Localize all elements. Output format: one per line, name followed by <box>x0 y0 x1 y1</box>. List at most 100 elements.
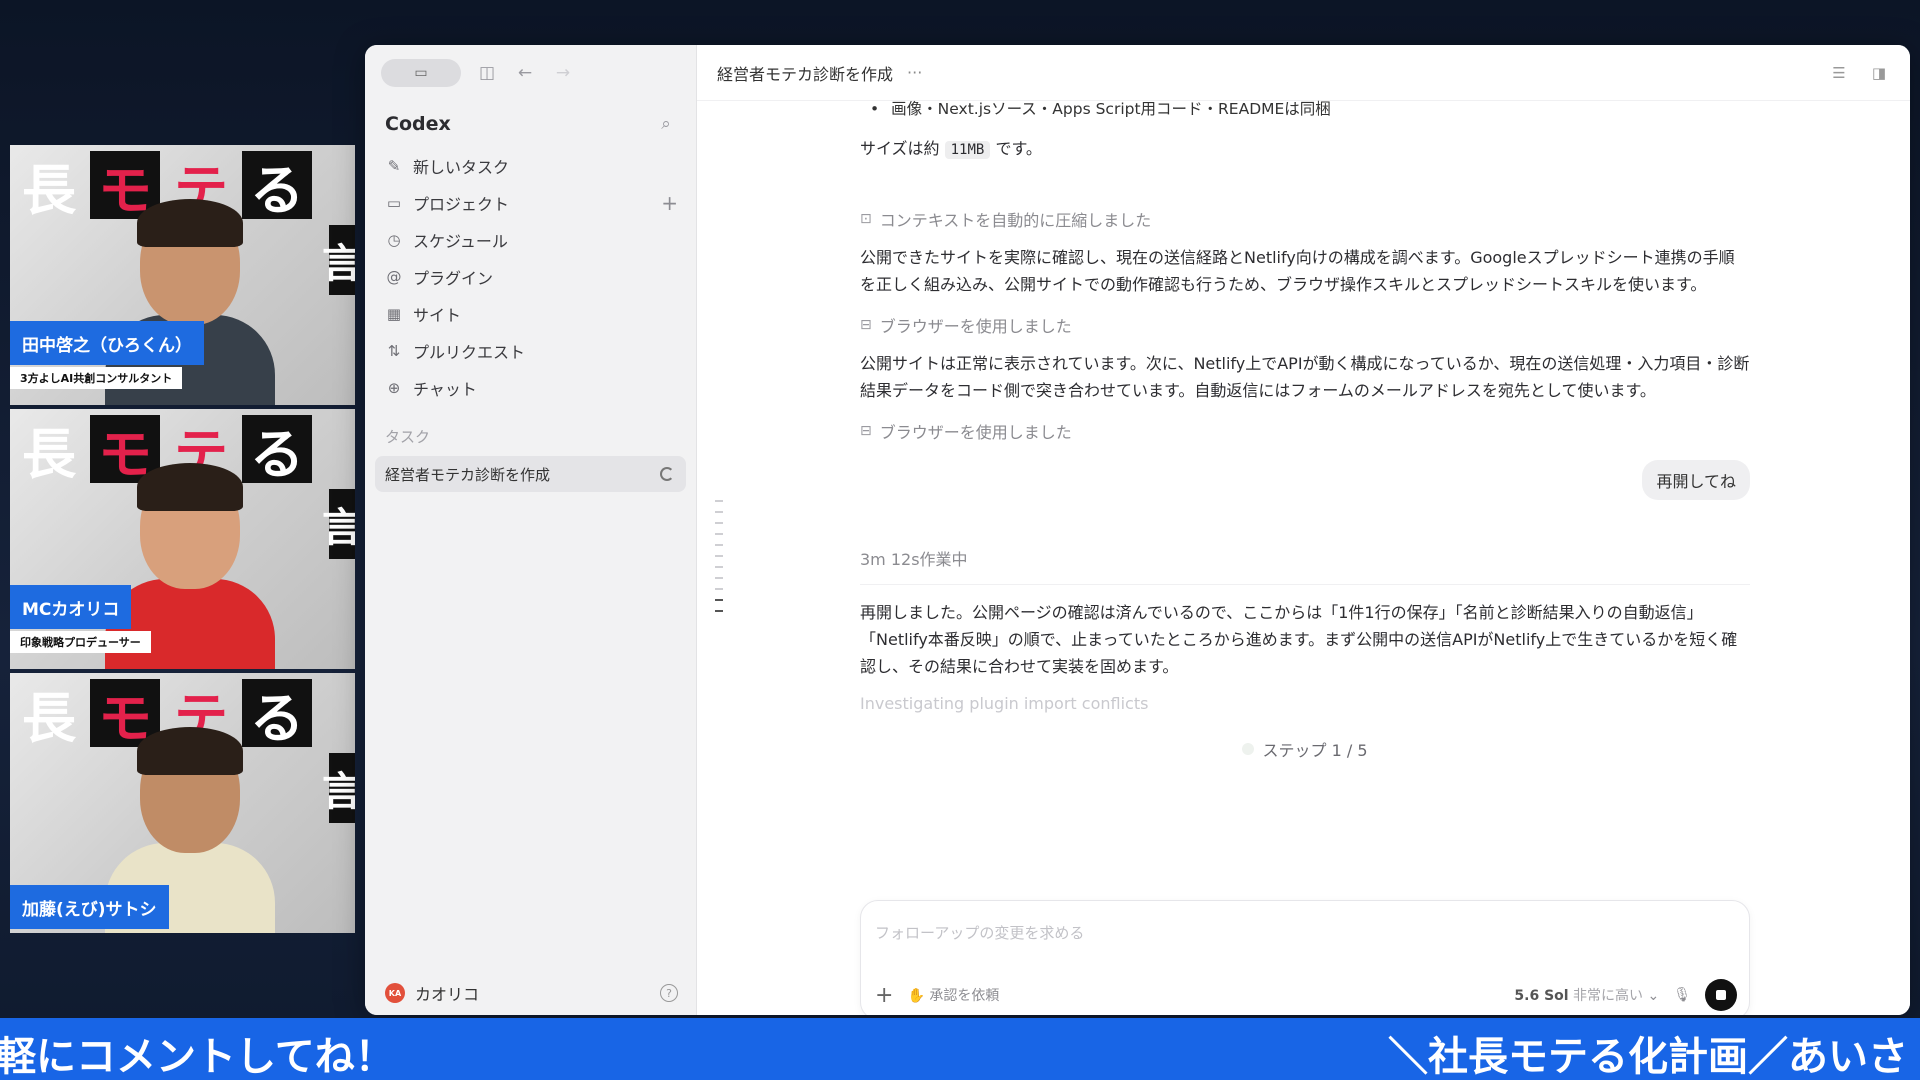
sidebar-toggle-icon[interactable]: ◫ <box>475 61 499 85</box>
participant-tile: 長モテる言田中啓之（ひろくん） 3方よしAI共創コンサルタント <box>10 145 355 405</box>
sidebar-item-label: サイト <box>413 305 462 325</box>
composer: + ✋ 承認を依頼 5.6 Sol 非常に高い ⌄ 🎙 <box>860 900 1750 1015</box>
add-project-icon[interactable]: + <box>661 191 678 215</box>
progress-status: Investigating plugin import conflicts <box>860 694 1149 713</box>
sidebar-item-5[interactable]: ⇅ プルリクエスト <box>365 332 696 369</box>
main-panel: 経営者モテカ診断を作成 ··· ☰ ◨ 画像・Next.jsソース・Apps S… <box>697 45 1910 1015</box>
status-browser-1[interactable]: ⊟ ブラウザーを使用しました <box>860 310 1750 340</box>
compress-icon: ⊡ <box>860 211 872 227</box>
model-selector[interactable]: 5.6 Sol 非常に高い ⌄ <box>1514 985 1659 1005</box>
participant-tile: 長モテる言加藤(えび)サトシ <box>10 673 355 933</box>
poster-glyph: 長 <box>22 157 76 222</box>
sidebar-nav: ✎ 新しいタスク ▭ プロジェクト + ◷ スケジュール @ プラグイン ▦ サイト ⇅ プルリクエスト… <box>365 147 696 406</box>
search-icon[interactable]: ⌕ <box>654 112 678 136</box>
assistant-message-2: 公開サイトは正常に表示されています。次に、Netlify上でAPIが動く構成にな… <box>860 354 1750 400</box>
sidebar-item-label: プロジェクト <box>413 194 510 214</box>
assistant-message-3: 再開しました。公開ページの確認は済んでいるので、ここからは「1件1行の保存」「名… <box>860 603 1738 676</box>
sidebar-item-4[interactable]: ▦ サイト <box>365 295 696 332</box>
sidebar-toolbar: ▭ ◫ ← → <box>365 45 696 101</box>
sidebar-item-1[interactable]: ▭ プロジェクト + <box>365 184 696 221</box>
status-compress-text: コンテキストを自動的に圧縮しました <box>879 211 1152 230</box>
tasks-section-label: タスク <box>385 427 431 446</box>
status-compress[interactable]: ⊡ コンテキストを自動的に圧縮しました <box>860 204 1750 234</box>
user-footer[interactable]: KA カオリコ ? <box>365 971 696 1015</box>
bottom-ticker: 軽にコメントしてね！ ＼社長モテる化計画／あいさ <box>0 1018 1920 1080</box>
sidebar-item-label: スケジュール <box>413 231 508 251</box>
sidebar-item-6[interactable]: ⊕ チャット <box>365 369 696 406</box>
app-title: Codex <box>385 113 451 135</box>
window-switch-button[interactable]: ▭ <box>381 59 461 87</box>
ticker-right-text: ＼社長モテる化計画／あいさ <box>1388 1034 1908 1080</box>
browser-icon: ⊟ <box>860 423 872 439</box>
approval-button[interactable]: ✋ 承認を依頼 <box>907 985 999 1005</box>
sidebar-item-label: プラグイン <box>413 268 494 288</box>
task-item-label: 経営者モテカ診断を作成 <box>385 465 551 484</box>
effort-level: 非常に高い <box>1573 988 1644 1004</box>
participant-name: 田中啓之（ひろくん） <box>10 321 204 365</box>
participants-panel: 長モテる言田中啓之（ひろくん） 3方よしAI共創コンサルタント長モテる言 MCカオリ… <box>10 145 355 937</box>
assistant-message-1: 公開できたサイトを実際に確認し、現在の送信経路とNetlify向けの構成を調べま… <box>860 248 1735 294</box>
back-arrow-icon[interactable]: ← <box>513 61 537 85</box>
poster-side-glyph: 言 <box>322 753 355 823</box>
poster-glyph: 長 <box>22 685 76 750</box>
working-time[interactable]: 3m 12s作業中 <box>860 546 1750 585</box>
step-icon <box>1242 743 1255 755</box>
size-prefix: サイズは約 <box>860 139 940 158</box>
pull-request-icon: ⇅ <box>387 341 401 360</box>
forward-arrow-icon[interactable]: → <box>551 61 575 85</box>
panel-toggle-icon[interactable]: ◨ <box>1868 62 1890 84</box>
sidebar-item-label: チャット <box>413 379 477 399</box>
user-message: 再開してね <box>1642 460 1750 500</box>
chat-icon: ⊕ <box>387 378 401 397</box>
step-text: ステップ 1 / 5 <box>1262 741 1368 760</box>
add-attachment-icon[interactable]: + <box>875 983 893 1008</box>
user-message-row: 再開してね <box>860 460 1750 522</box>
participant-tile: 長モテる言 MCカオリコ 印象戦略プロデューサー <box>10 409 355 669</box>
status-browser-1-text: ブラウザーを使用しました <box>879 317 1072 336</box>
sidebar-item-label: プルリクエスト <box>413 342 526 362</box>
user-name: カオリコ <box>415 985 480 1004</box>
scroll-timeline[interactable] <box>715 500 725 640</box>
folder-icon: ▭ <box>386 193 402 212</box>
microphone-icon[interactable]: 🎙 <box>1673 987 1691 1003</box>
clock-icon: ◷ <box>387 230 401 249</box>
status-browser-2-text: ブラウザーを使用しました <box>879 423 1072 442</box>
sidebar-item-3[interactable]: @ プラグイン <box>365 258 696 295</box>
avatar: KA <box>385 983 405 1003</box>
composer-toolbar: + ✋ 承認を依頼 5.6 Sol 非常に高い ⌄ 🎙 <box>875 979 1737 1011</box>
ticker-left-text: 軽にコメントしてね！ <box>0 1034 395 1080</box>
sidebar-brand: Codex ⌕ <box>365 101 696 147</box>
poster-glyph: 長 <box>22 421 76 486</box>
sidebar-item-2[interactable]: ◷ スケジュール <box>365 221 696 258</box>
hand-icon: ✋ <box>907 988 925 1004</box>
stop-button[interactable] <box>1705 979 1737 1011</box>
more-options-icon[interactable]: ··· <box>907 63 922 82</box>
window-icon: ▭ <box>414 65 428 81</box>
poster-side-glyph: 言 <box>322 489 355 559</box>
size-line: サイズは約 11MB です。 <box>860 135 1750 164</box>
thread-header: 経営者モテカ診断を作成 ··· ☰ ◨ <box>697 45 1910 101</box>
chevron-down-icon: ⌄ <box>1647 988 1660 1004</box>
loading-spinner-icon <box>660 467 674 481</box>
at-icon: @ <box>386 267 402 286</box>
task-item-active[interactable]: 経営者モテカ診断を作成 <box>375 456 686 492</box>
thread-title: 経営者モテカ診断を作成 <box>717 64 894 84</box>
sidebar-item-0[interactable]: ✎ 新しいタスク <box>365 147 696 184</box>
size-suffix: です。 <box>995 139 1042 158</box>
status-browser-2[interactable]: ⊟ ブラウザーを使用しました <box>860 416 1750 446</box>
list-item: 画像・Next.jsソース・Apps Script用コード・READMEは同梱 <box>860 97 1750 127</box>
step-indicator: ステップ 1 / 5 <box>860 737 1750 761</box>
followup-input[interactable] <box>875 919 1695 947</box>
poster-side-glyph: 言 <box>322 225 355 295</box>
browser-icon: ⊟ <box>860 317 872 333</box>
participant-role: 3方よしAI共創コンサルタント <box>10 367 183 389</box>
edit-icon: ✎ <box>387 156 401 175</box>
stop-icon <box>1716 990 1726 1000</box>
help-icon[interactable]: ? <box>660 984 678 1002</box>
participant-role: 印象戦略プロデューサー <box>10 631 151 653</box>
participant-name: MCカオリコ <box>10 585 132 629</box>
participant-name: 加藤(えび)サトシ <box>10 885 169 929</box>
sidebar-item-label: 新しいタスク <box>413 157 510 177</box>
approval-label: 承認を依頼 <box>929 988 1000 1004</box>
checklist-icon[interactable]: ☰ <box>1828 62 1850 84</box>
